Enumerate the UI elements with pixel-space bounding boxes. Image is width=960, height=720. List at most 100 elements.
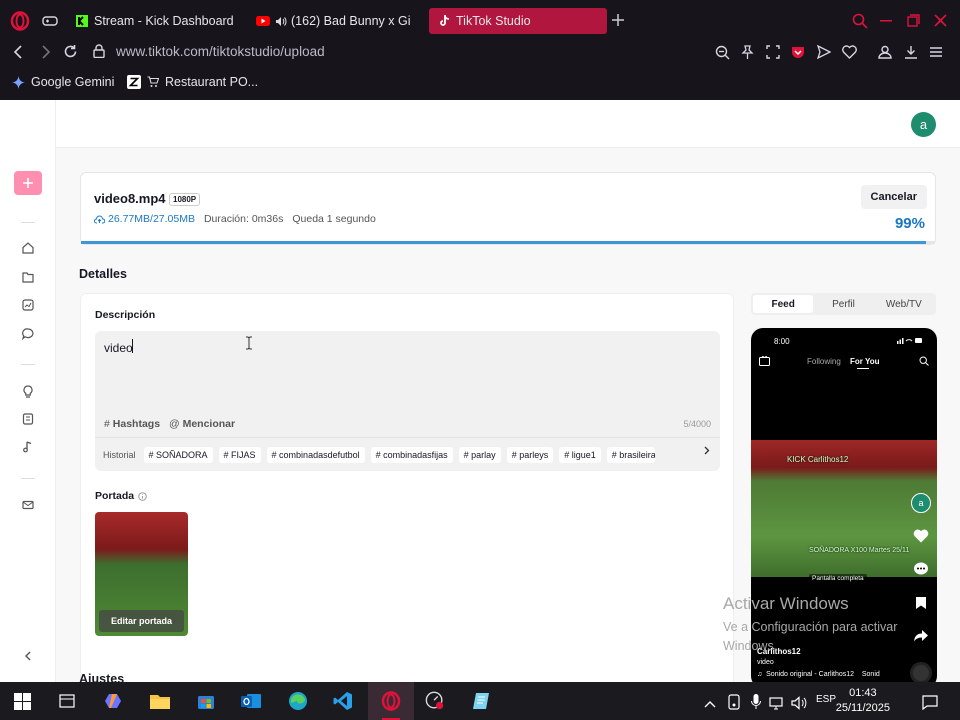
hashtag-suggestions: Historial # SOÑADORA # FIJAS # combinada… xyxy=(95,437,720,471)
opera-logo-icon[interactable] xyxy=(10,11,30,31)
minimize-icon[interactable] xyxy=(880,20,892,22)
forward-arrow-icon[interactable] xyxy=(38,45,52,59)
hashtag-chip[interactable]: # parlay xyxy=(458,446,501,463)
back-arrow-icon[interactable] xyxy=(12,45,26,59)
lock-icon[interactable] xyxy=(93,44,105,58)
watermark-line2-text: Ve a Configuración para activar xyxy=(723,620,898,634)
pin-icon[interactable] xyxy=(741,45,754,60)
mention-button[interactable]: @ Mencionar xyxy=(169,418,235,430)
inspiration-bulb-icon[interactable] xyxy=(19,382,37,400)
academy-icon[interactable] xyxy=(19,410,37,428)
music-note-icon[interactable] xyxy=(19,438,37,456)
task-view-icon[interactable] xyxy=(57,691,77,711)
preview-tab-webtv[interactable]: Web/TV xyxy=(874,295,934,313)
hashtag-chip[interactable]: # combinadasfijas xyxy=(370,446,453,463)
left-sidebar xyxy=(0,100,56,682)
tray-devices-icon[interactable] xyxy=(724,692,744,712)
microphone-icon[interactable] xyxy=(746,692,766,712)
live-icon xyxy=(759,356,770,366)
posts-icon[interactable] xyxy=(19,268,37,286)
analytics-icon[interactable] xyxy=(19,296,37,314)
pocket-icon[interactable] xyxy=(791,45,805,59)
url-field[interactable]: www.tiktok.com/tiktokstudio/upload xyxy=(116,44,325,59)
watermark-line2: Ve a Configuración para activar Windows. xyxy=(723,618,897,656)
edit-cover-button[interactable]: Editar portada xyxy=(99,610,184,632)
cancel-upload-button[interactable]: Cancelar xyxy=(860,185,927,209)
download-icon[interactable] xyxy=(904,45,918,59)
windows-activation-watermark: Activar Windows Ve a Configuración para … xyxy=(723,594,897,656)
cover-thumbnail[interactable]: Editar portada xyxy=(95,512,188,636)
description-input[interactable]: video xyxy=(104,341,133,355)
watermark-line3-text: Windows. xyxy=(723,639,778,653)
account-icon[interactable] xyxy=(878,45,892,59)
preview-tabs: Feed Perfil Web/TV xyxy=(751,293,936,315)
hashtag-chip[interactable]: # brasileirao xyxy=(606,446,655,463)
copilot-icon[interactable] xyxy=(104,691,124,711)
notepad-icon[interactable] xyxy=(471,691,491,711)
hashtags-label: Hashtags xyxy=(112,418,161,430)
tray-chevron-up-icon[interactable] xyxy=(700,694,720,714)
microsoft-store-icon[interactable] xyxy=(196,691,216,711)
preview-tab-feed[interactable]: Feed xyxy=(753,295,814,313)
maximize-icon[interactable] xyxy=(907,14,920,27)
settings-section-title: Ajustes xyxy=(79,672,125,682)
taskbar-clock[interactable]: 01:43 25/11/2025 xyxy=(836,686,890,716)
chevron-right-icon[interactable] xyxy=(704,446,710,455)
avatar[interactable]: a xyxy=(911,112,936,137)
volume-icon[interactable] xyxy=(789,693,809,713)
easy-setup-icon[interactable] xyxy=(929,45,943,59)
gamepad-icon[interactable] xyxy=(42,14,58,28)
cloud-upload-icon xyxy=(94,215,105,224)
windows-start-icon[interactable] xyxy=(12,691,32,711)
phone-sound-tail: Sonid xyxy=(861,671,880,678)
tab-tiktok-studio[interactable]: TikTok Studio xyxy=(429,8,607,34)
speaker-icon[interactable] xyxy=(275,16,287,27)
language-indicator[interactable]: ESP xyxy=(816,694,836,705)
zoom-out-icon[interactable] xyxy=(715,45,730,60)
feedback-mail-icon[interactable] xyxy=(19,496,37,514)
tab-kick[interactable]: Stream - Kick Dashboard xyxy=(76,8,246,34)
hashtags-button[interactable]: # Hashtags xyxy=(104,418,160,430)
preview-tab-profile[interactable]: Perfil xyxy=(813,295,873,313)
tab-youtube[interactable]: (162) Bad Bunny x Gi xyxy=(256,8,420,34)
browser-chrome: Stream - Kick Dashboard (162) Bad Bunny … xyxy=(0,0,960,100)
tiktok-icon xyxy=(439,15,450,27)
hashtag-chip[interactable]: # ligue1 xyxy=(559,446,601,463)
nav-divider xyxy=(21,222,35,223)
upload-progress-bar xyxy=(81,241,935,244)
video-overlay-caption-bottom: SOÑADORA X100 Martes 25/11 xyxy=(809,547,910,554)
share-arrow-icon xyxy=(913,629,929,642)
gemini-icon xyxy=(12,75,25,89)
network-icon[interactable] xyxy=(766,693,786,713)
bookmark-gemini[interactable]: Google Gemini xyxy=(12,75,114,89)
outlook-icon[interactable] xyxy=(241,691,261,711)
heart-icon[interactable] xyxy=(842,45,857,59)
collapse-chevron-icon[interactable] xyxy=(19,647,37,665)
phone-status-icons xyxy=(897,337,923,344)
upload-remaining: Queda 1 segundo xyxy=(292,213,376,225)
vscode-icon[interactable] xyxy=(333,691,353,711)
snapshot-icon[interactable] xyxy=(766,45,780,59)
cart-icon xyxy=(147,76,159,88)
send-icon[interactable] xyxy=(817,45,831,59)
hashtag-chip[interactable]: # combinadasdefutbol xyxy=(266,446,365,463)
home-icon[interactable] xyxy=(19,239,37,257)
hashtag-chip[interactable]: # FIJAS xyxy=(218,446,261,463)
notifications-icon[interactable] xyxy=(920,692,940,712)
search-tabs-icon[interactable] xyxy=(852,13,868,29)
file-explorer-icon[interactable] xyxy=(150,691,170,711)
new-tab-plus-icon[interactable] xyxy=(611,13,625,27)
upload-plus-button[interactable] xyxy=(14,171,42,195)
reload-icon[interactable] xyxy=(63,44,78,59)
taskbar-opera-active[interactable] xyxy=(368,682,414,720)
bookmark-restaurant[interactable]: Restaurant PO... xyxy=(127,75,258,89)
description-editor[interactable]: video # Hashtags @ Mencionar 5/4000 Hist… xyxy=(95,331,720,471)
obs-recording-icon[interactable] xyxy=(425,691,445,711)
info-icon[interactable] xyxy=(138,491,147,501)
edge-icon[interactable] xyxy=(288,691,308,711)
history-label[interactable]: Historial xyxy=(103,450,136,460)
hashtag-chip[interactable]: # SOÑADORA xyxy=(143,446,213,463)
hashtag-chip[interactable]: # parleys xyxy=(506,446,554,463)
close-window-icon[interactable] xyxy=(934,14,947,27)
comments-icon[interactable] xyxy=(19,325,37,343)
